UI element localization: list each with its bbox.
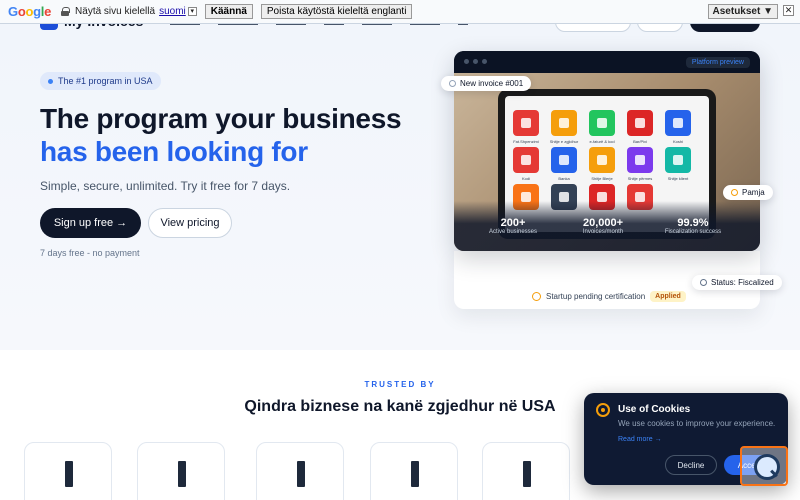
cert-text: Startup pending certification [546,292,646,301]
device-topbar: Platform preview [454,51,760,73]
window-dots-icon [464,59,487,64]
stat-label: Invoices/month [582,229,624,235]
new-invoice-tag: New invoice #001 [441,76,532,91]
client-logo-card [24,442,112,500]
app-tile: Shitje Blerje [589,147,615,181]
close-icon[interactable]: ✕ [783,5,794,16]
app-tile-label: Banka [558,176,570,181]
lock-icon [61,7,71,16]
status-label: Status: Fiscalized [711,278,774,287]
view-pricing-button[interactable]: View pricing [148,208,232,238]
app-tile: Fat.Shpenzimi [513,110,539,144]
app-tile-label: e-faturë & kod [589,139,615,144]
app-tile: e-faturë & kod [589,110,615,144]
cookie-decline-button[interactable]: Decline [665,455,717,475]
client-logo-card [370,442,458,500]
client-logo-card [482,442,570,500]
app-tile-label: Koshi [672,139,683,144]
translate-button[interactable]: Käännä [204,4,253,19]
certification-status: Startup pending certification Applied [532,291,686,302]
stat-label: Active businesses [488,229,538,235]
headline-line-1: The program your business [40,103,402,134]
cookie-title: Use of Cookies [618,404,691,415]
hero-subtitle: Simple, secure, unlimited. Try it free f… [40,179,291,193]
client-logo-icon [411,461,419,487]
new-invoice-label: New invoice #001 [460,79,524,88]
cookie-icon [596,403,610,417]
app-tile-label: Fat.Shpenzimi [513,139,539,144]
app-tile-label: Shitje përmes [627,176,653,181]
stat-value: 99.9% [677,217,709,229]
signup-button[interactable]: Sign up free → [40,208,141,238]
app-tile-label: Kodi [521,176,530,181]
badge-dot-icon [48,78,53,84]
language-dropdown-icon[interactable]: ▾ [187,7,197,16]
preview-label: Platform preview [685,57,750,68]
status-tag: Status: Fiscalized [692,275,782,290]
translate-bar: Google Näytä sivu kielellä suomi ▾ Käänn… [0,0,800,24]
client-logo-card [137,442,225,500]
hero-badge: The #1 program in USA [40,72,161,90]
client-logo-card [256,442,344,500]
star-icon [731,189,738,196]
chat-support-icon[interactable] [740,446,788,486]
disable-translation-button[interactable]: Poista käytöstä kieleltä englanti [260,4,413,19]
translate-settings-button[interactable]: Asetukset ▼ [707,4,778,19]
trusted-label: TRUSTED BY [364,380,436,389]
hero-headline: The program your business has been looki… [40,102,402,168]
app-tile-label: Shitje Blerje [591,176,613,181]
app-tile: Shitje klient [665,147,691,181]
headline-line-2: has been looking for [40,136,308,167]
stat-invoices: 20,000+ Invoices/month [568,217,638,235]
app-tile: Banka [551,147,577,181]
app-tile: Kodi [513,147,539,181]
clock-icon [700,279,707,286]
stat-label: Fiscalization success [664,229,722,235]
view-tag: Pamja [723,185,773,200]
client-logo-icon [297,461,305,487]
app-tile: Bar/Pixi [627,110,653,144]
stat-value: 200+ [500,217,526,229]
app-tile: Koshi [665,110,691,144]
app-tile: Shitje përmes [627,147,653,181]
target-language-select[interactable]: suomi [159,6,186,17]
client-logo-icon [65,461,73,487]
stat-businesses: 200+ Active businesses [478,217,548,235]
client-logo-icon [178,461,186,487]
translate-prompt: Näytä sivu kielellä [75,6,156,17]
google-logo: Google [8,4,52,19]
app-tile: Shitje e zgjidhur [550,110,578,144]
app-tile-grid: Fat.Shpenzimi Shitje e zgjidhur e-faturë &… [513,110,691,210]
cookie-text: We use cookies to improve your experienc… [618,419,776,428]
view-label: Pamja [742,188,765,197]
stat-fiscalization: 99.9% Fiscalization success [658,217,728,235]
badge-text: The #1 program in USA [58,76,153,86]
app-tile-label: Shitje klient [667,176,689,181]
stat-value: 20,000+ [582,217,624,229]
clock-icon [449,80,456,87]
client-logo-icon [523,461,531,487]
trial-note: 7 days free - no payment [40,248,140,258]
cookie-read-more-link[interactable]: Read more → [618,436,662,443]
app-tile-label: Shitje e zgjidhur [549,139,579,144]
app-tile-label: Bar/Pixi [633,139,647,144]
applied-badge: Applied [650,291,686,302]
clock-icon [532,292,541,301]
